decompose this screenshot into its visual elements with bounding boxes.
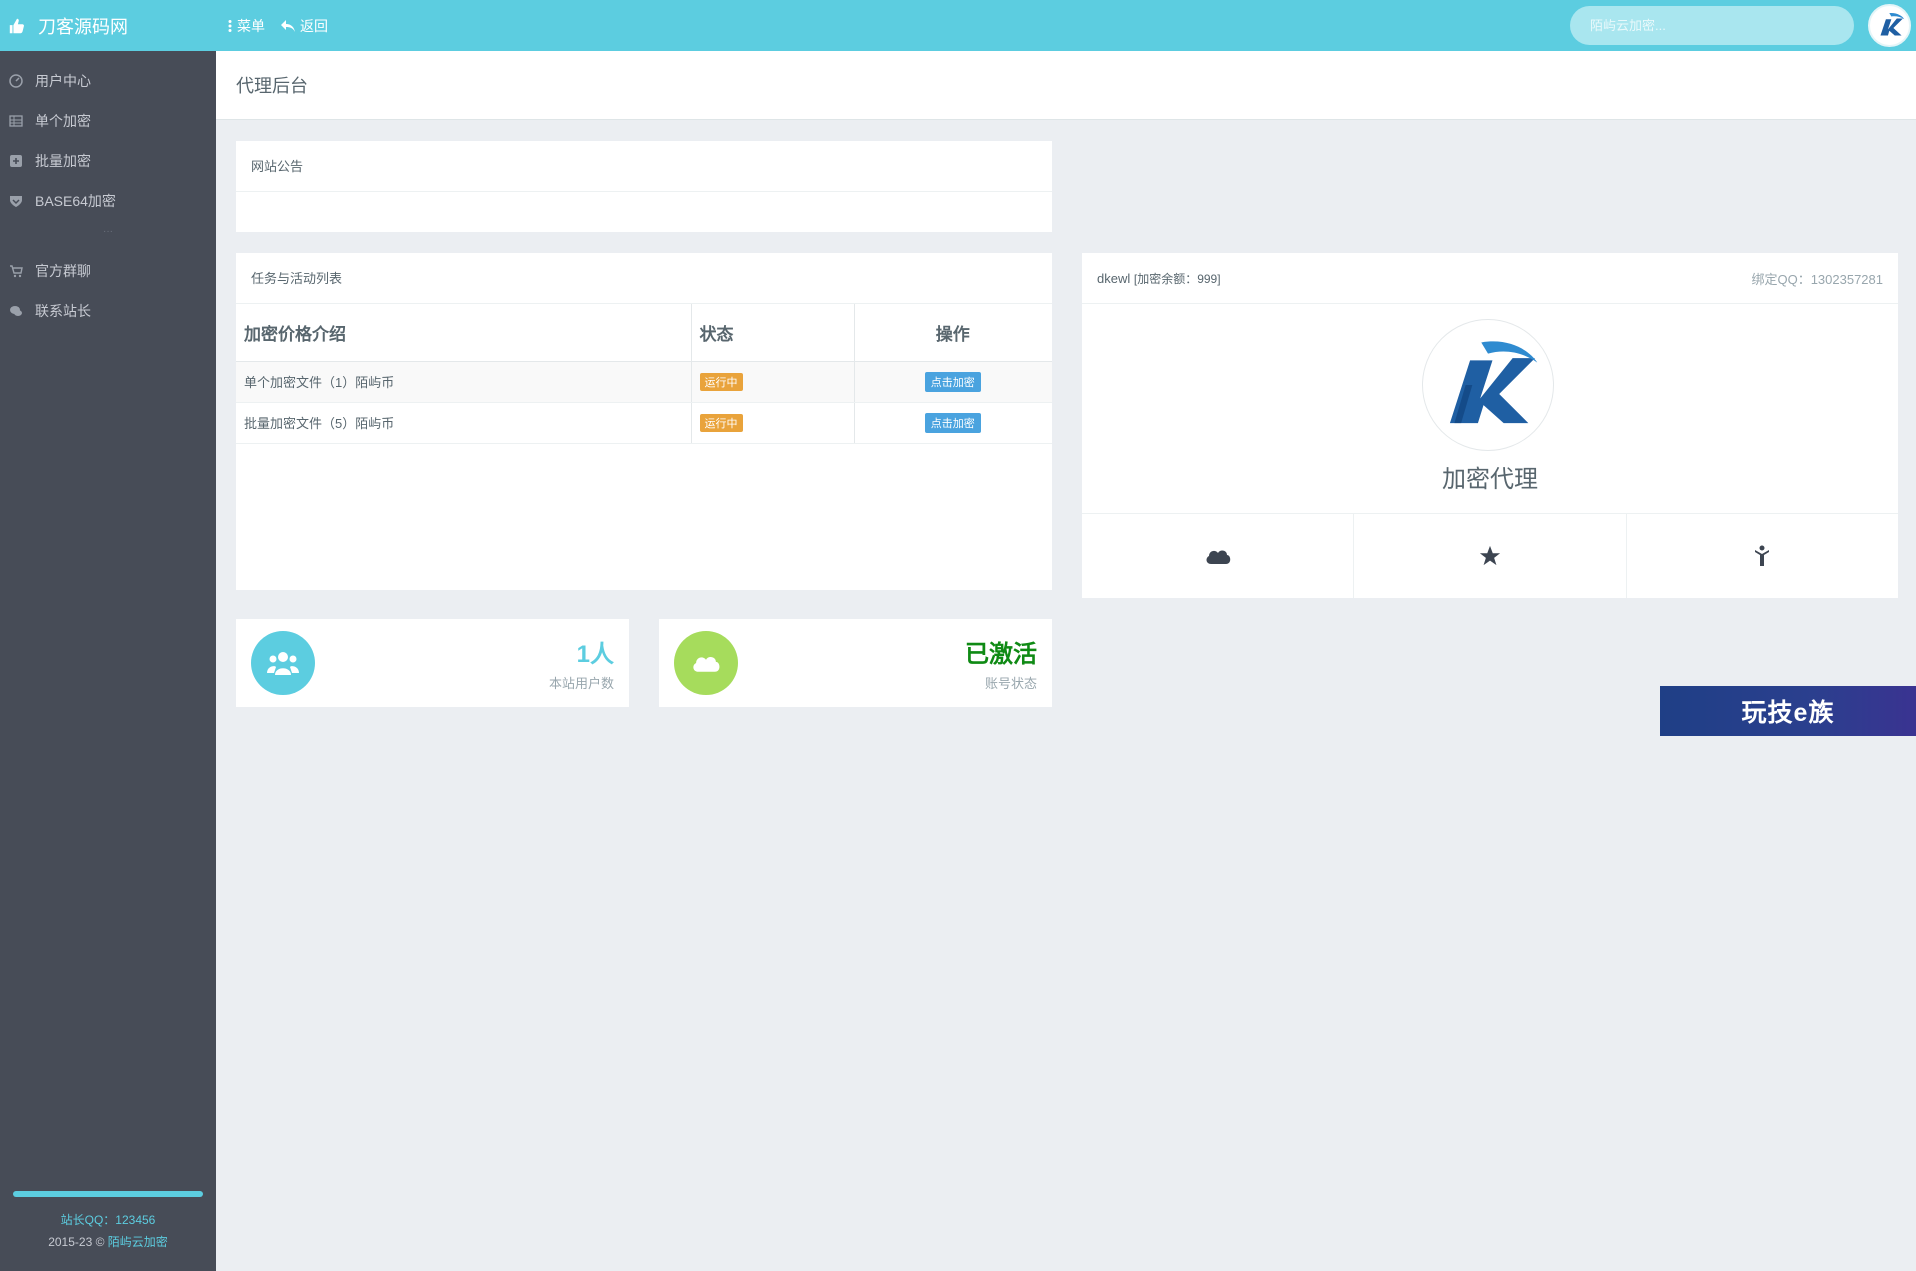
cart-icon [10, 265, 23, 278]
sidebar-item-contact-admin[interactable]: 联系站长 [0, 291, 216, 331]
column-header-action: 操作 [853, 304, 1052, 362]
account-status-label: 账号状态 [984, 676, 1037, 691]
profile-header: dkewl [加密余额：999] 绑定QQ：1302357281 [1082, 253, 1898, 304]
sidebar-item-base64-encrypt[interactable]: BASE64加密 [0, 181, 216, 221]
plus-square-icon [10, 155, 22, 167]
tasks-title: 任务与活动列表 [236, 253, 1052, 304]
username: dkewl [1097, 270, 1131, 286]
encrypt-button[interactable]: 点击加密 [924, 371, 981, 392]
stat-card-account: 已激活 账号状态 [659, 619, 1052, 707]
table-row: 批量加密文件（5）陌屿币 运行中 点击加密 [236, 402, 1052, 444]
profile-role: 加密代理 [1442, 466, 1538, 493]
table-row: 单个加密文件（1）陌屿币 运行中 点击加密 [236, 361, 1052, 403]
chat-icon [10, 306, 22, 316]
account-status-value: 已激活 [965, 641, 1037, 668]
user-avatar[interactable] [1868, 4, 1911, 47]
sidebar-footer: 站长QQ：123456 2015-23 © 陌屿云加密 [0, 1191, 216, 1271]
cloud-icon [1206, 550, 1230, 564]
users-circle [251, 631, 315, 695]
account-circle [674, 631, 738, 695]
page-title: 代理后台 [216, 51, 1916, 120]
balance: [加密余额：999] [1133, 271, 1221, 286]
status-badge: 运行中 [699, 372, 743, 391]
sidebar-item-label: 单个加密 [35, 113, 91, 129]
sidebar-footer-bar [13, 1191, 203, 1197]
brand-name: 刀客源码网 [38, 16, 128, 37]
user-count-label: 本站用户数 [548, 676, 614, 691]
admin-qq: 站长QQ：123456 [60, 1213, 156, 1227]
task-name: 批量加密文件（5）陌屿币 [236, 402, 691, 444]
task-action-cell: 点击加密 [853, 402, 1052, 444]
sidebar-item-label: BASE64加密 [35, 193, 116, 209]
dashboard-icon [9, 74, 23, 88]
profile-action-cloud[interactable] [1082, 514, 1355, 598]
sidebar-separator: ··· [103, 226, 113, 237]
sidebar-item-batch-encrypt[interactable]: 批量加密 [0, 141, 216, 181]
back-button[interactable]: 返回 [281, 16, 328, 36]
top-header: 刀客源码网 菜单 返回 [0, 0, 1916, 51]
notice-title: 网站公告 [236, 141, 1052, 192]
thumbs-up-icon [9, 18, 24, 33]
task-name: 单个加密文件（1）陌屿币 [236, 361, 691, 403]
column-header-status: 状态 [690, 304, 854, 362]
reply-icon [281, 19, 295, 32]
sidebar-item-label: 联系站长 [35, 303, 91, 319]
bound-qq: 绑定QQ：1302357281 [1751, 271, 1883, 287]
task-status-cell: 运行中 [690, 361, 854, 403]
shield-icon [10, 196, 22, 207]
task-status-cell: 运行中 [690, 402, 854, 444]
stat-card-users: 1人 本站用户数 [236, 619, 629, 707]
copyright-link[interactable]: 陌屿云加密 [108, 1235, 168, 1249]
user-count-value: 1人 [576, 641, 614, 668]
profile-action-person[interactable] [1627, 514, 1898, 598]
profile-panel: dkewl [加密余额：999] 绑定QQ：1302357281 加密代理 [1082, 253, 1898, 598]
status-badge: 运行中 [699, 413, 743, 432]
back-label: 返回 [300, 17, 328, 34]
copyright-text: 2015-23 © [48, 1235, 108, 1249]
profile-logo [1422, 319, 1554, 451]
sidebar-item-single-encrypt[interactable]: 单个加密 [0, 101, 216, 141]
task-action-cell: 点击加密 [853, 361, 1052, 403]
promo-banner[interactable]: 玩技e族 [1660, 686, 1916, 736]
k-logo-icon [1879, 12, 1904, 36]
tasks-table: 加密价格介绍 状态 操作 单个加密文件（1）陌屿币 运行中 点击加密 批量加密文… [236, 304, 1052, 444]
notice-panel: 网站公告 [236, 141, 1052, 232]
cloud-icon [693, 656, 720, 672]
tasks-panel: 任务与活动列表 加密价格介绍 状态 操作 单个加密文件（1）陌屿币 运行中 点击… [236, 253, 1052, 590]
brand[interactable]: 刀客源码网 [0, 0, 216, 51]
sidebar-item-label: 批量加密 [35, 153, 91, 169]
k-logo-icon [1449, 341, 1538, 424]
person-icon [1755, 545, 1770, 566]
column-header-price: 加密价格介绍 [236, 304, 691, 362]
sidebar-item-official-group[interactable]: 官方群聊 [0, 251, 216, 291]
vertical-dots-icon [228, 19, 232, 32]
encrypt-button[interactable]: 点击加密 [924, 412, 981, 433]
users-icon [267, 652, 299, 675]
star-icon [1479, 545, 1501, 566]
menu-label: 菜单 [237, 17, 265, 34]
sidebar: 用户中心 单个加密 批量加密 BASE64加密 ··· 官方群聊 联系站长 站长… [0, 51, 216, 1271]
sidebar-item-user-center[interactable]: 用户中心 [0, 61, 216, 101]
table-icon [9, 115, 23, 127]
menu-button[interactable]: 菜单 [228, 16, 265, 36]
sidebar-item-label: 官方群聊 [35, 263, 91, 279]
sidebar-item-label: 用户中心 [35, 73, 91, 89]
copyright: 2015-23 © 陌屿云加密 [0, 1233, 216, 1250]
profile-account: dkewl [加密余额：999] [1097, 270, 1221, 287]
profile-actions [1082, 513, 1898, 598]
profile-action-star[interactable] [1354, 514, 1627, 598]
search-input[interactable] [1570, 6, 1854, 45]
